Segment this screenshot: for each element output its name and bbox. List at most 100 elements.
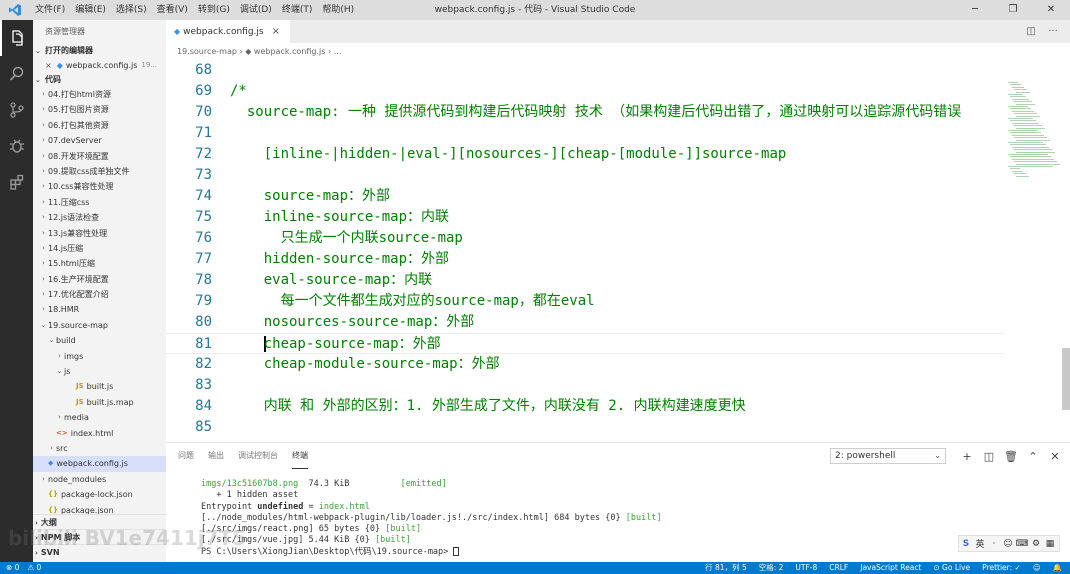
menu-bar: 文件(F) 编辑(E) 选择(S) 查看(V) 转到(G) 调试(D) 终端(T) 帮助(H) [30, 0, 359, 20]
menu-item[interactable]: 转到(G) [193, 0, 235, 20]
line-ending[interactable]: CRLF [829, 562, 848, 574]
tree-item[interactable]: › 05.打包图片资源 [33, 102, 166, 117]
terminal-output[interactable]: imgs/13c51607b8.png 74.3 KiB [emitted] +… [201, 479, 662, 558]
notifications-icon[interactable]: 🔔 [1053, 562, 1062, 574]
tree-item[interactable]: › 12.js语法检查 [33, 210, 166, 225]
chevron-right-icon: › [42, 197, 45, 206]
minimize-icon[interactable]: ─ [956, 0, 994, 20]
chevron-right-icon: › [58, 413, 61, 422]
go-live-button[interactable]: ⊙ Go Live [933, 562, 970, 574]
code-line: 75 inline-source-map：内联 [166, 207, 1004, 228]
webpack-file-icon: ◆ [174, 27, 181, 36]
warnings-count[interactable]: ⚠ 0 [27, 562, 41, 574]
tree-item[interactable]: ⌄ 19.source-map [33, 318, 166, 333]
menu-item[interactable]: 终端(T) [277, 0, 318, 20]
close-window-icon[interactable]: ✕ [1032, 0, 1070, 20]
tree-item[interactable]: › 17.优化配置介绍 [33, 287, 166, 302]
editor-scrollbar-thumb[interactable] [1062, 348, 1070, 410]
new-terminal-icon[interactable]: + [956, 450, 978, 463]
close-editor-icon[interactable]: × [45, 58, 52, 73]
minimap-line [1016, 115, 1040, 117]
breadcrumb[interactable]: 19.source-map › ◆ webpack.config.js › ..… [166, 43, 1070, 60]
open-editors-header[interactable]: ⌄ 打开的编辑器 [33, 44, 166, 58]
menu-item[interactable]: 查看(V) [152, 0, 193, 20]
cursor-position[interactable]: 行 81，列 5 [705, 562, 747, 574]
close-tab-icon[interactable]: × [272, 26, 280, 37]
encoding[interactable]: UTF-8 [795, 562, 817, 574]
more-actions-icon[interactable]: ··· [1042, 26, 1064, 37]
menu-item[interactable]: 文件(F) [30, 0, 70, 20]
tree-item[interactable]: › 15.html压缩 [33, 256, 166, 271]
tree-item[interactable]: <> index.html [33, 426, 166, 441]
kill-terminal-icon[interactable]: 🗑 [1000, 450, 1022, 463]
tab-problems[interactable]: 问题 [178, 443, 194, 469]
maximize-icon[interactable]: ❐ [994, 0, 1032, 20]
tree-item[interactable]: › 18.HMR [33, 302, 166, 317]
tree-item[interactable]: › 14.js压缩 [33, 241, 166, 256]
minimap[interactable] [1004, 60, 1070, 442]
tree-item[interactable]: › 11.压缩css [33, 195, 166, 210]
tree-item[interactable]: › imgs [33, 349, 166, 364]
tree-item[interactable]: › 16.生产环境配置 [33, 272, 166, 287]
tray-icon[interactable]: ⌨ [1015, 539, 1029, 549]
tree-item[interactable]: › 06.打包其他资源 [33, 118, 166, 133]
tree-item[interactable]: JS built.js [33, 379, 166, 394]
maximize-panel-icon[interactable]: ⌃ [1022, 450, 1044, 463]
tab-webpack-config[interactable]: ◆ webpack.config.js × [166, 20, 290, 43]
code-line: 69 /* [166, 81, 1004, 102]
tree-item[interactable]: › 07.devServer [33, 133, 166, 148]
debug-icon[interactable] [0, 128, 33, 164]
menu-item[interactable]: 帮助(H) [317, 0, 359, 20]
tray-icon[interactable]: S [959, 539, 973, 549]
prettier-status[interactable]: Prettier: ✓ [982, 562, 1021, 574]
code-editor[interactable]: 68 69 /* 70 source-map: 一种 提供源代码到构建后代码映射 技术… [166, 60, 1004, 442]
errors-count[interactable]: ⊗ 0 [6, 562, 19, 574]
tree-item-label: 10.css兼容性处理 [48, 182, 114, 192]
tree-item[interactable]: › 13.js兼容性处理 [33, 226, 166, 241]
split-terminal-icon[interactable]: ◫ [978, 450, 1000, 463]
menu-item[interactable]: 选择(S) [111, 0, 152, 20]
split-editor-icon[interactable]: ◫ [1020, 26, 1042, 37]
tree-item[interactable]: › 04.打包html资源 [33, 87, 166, 102]
tray-icon[interactable]: ☺ [1001, 539, 1015, 549]
language-mode[interactable]: JavaScript React [860, 562, 921, 574]
indentation[interactable]: 空格: 2 [759, 562, 784, 574]
tree-item[interactable]: › 10.css兼容性处理 [33, 179, 166, 194]
tab-output[interactable]: 输出 [208, 443, 224, 469]
close-panel-icon[interactable]: ✕ [1044, 450, 1066, 463]
extensions-icon[interactable] [0, 164, 33, 200]
source-control-icon[interactable] [0, 92, 33, 128]
tree-item[interactable]: JS built.js.map [33, 395, 166, 410]
term-asset-status: [emitted] [400, 479, 447, 489]
tree-item[interactable]: › node_modules [33, 472, 166, 487]
terminal-select[interactable]: 2: powershell ⌄ [830, 448, 946, 464]
tree-item-label: js [64, 367, 71, 377]
search-icon[interactable] [0, 56, 33, 92]
code-line: 82 cheap-module-source-map：外部 [166, 354, 1004, 375]
files-icon[interactable] [0, 20, 33, 56]
tree-item[interactable]: ◆ webpack.config.js [33, 456, 166, 472]
tree-item[interactable]: › media [33, 410, 166, 425]
webpack-file-icon: ◆ [48, 459, 54, 468]
tray-icon[interactable]: · [987, 539, 1001, 549]
tree-item[interactable]: › src [33, 441, 166, 456]
open-editor-item[interactable]: × ◆ webpack.config.js 19... [33, 58, 166, 73]
feedback-icon[interactable]: ☺ [1033, 562, 1041, 574]
tree-item[interactable]: › 08.开发环境配置 [33, 149, 166, 164]
tree-item[interactable]: ⌄ js [33, 364, 166, 379]
tree-item[interactable]: › 09.提取css成单独文件 [33, 164, 166, 179]
menu-item[interactable]: 调试(D) [235, 0, 277, 20]
tray-icon[interactable]: ⚙ [1029, 539, 1043, 549]
tab-debug-console[interactable]: 调试控制台 [238, 443, 278, 469]
tray-icon[interactable]: ▦ [1043, 539, 1057, 549]
menu-item[interactable]: 编辑(E) [70, 0, 111, 20]
folder-header[interactable]: ⌄ 代码 [33, 73, 166, 87]
status-right: 行 81，列 5 空格: 2 UTF-8 CRLF JavaScript React ⊙ … [693, 562, 1062, 574]
tab-terminal[interactable]: 终端 [292, 443, 308, 469]
tree-item[interactable]: {} package-lock.json [33, 487, 166, 502]
minimap-line [1010, 144, 1046, 146]
tree-item[interactable]: ⌄ build [33, 333, 166, 348]
minimap-line [1008, 118, 1033, 119]
tray-icon[interactable]: 英 [973, 537, 987, 550]
code-line: 76 只生成一个内联source-map [166, 228, 1004, 249]
